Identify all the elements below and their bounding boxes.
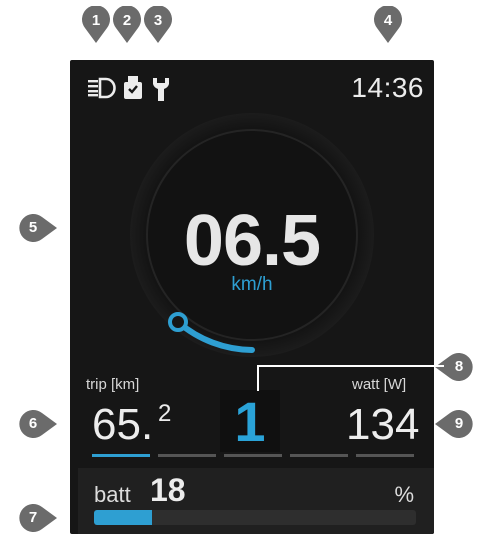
callout-number: 7 bbox=[28, 509, 38, 526]
headlight-icon bbox=[88, 77, 116, 99]
callout-number: 6 bbox=[28, 415, 38, 432]
bike-display: 14:36 06.5 km/h trip [km] 65. 2 1 watt [… bbox=[70, 60, 434, 534]
trip-value: 65. bbox=[92, 400, 154, 449]
callout-8-leader-h bbox=[258, 365, 444, 367]
speed-value: 06.5 bbox=[183, 201, 321, 281]
trip-value-decimal: 2 bbox=[158, 400, 172, 427]
gauge-knob bbox=[168, 312, 188, 332]
assist-segment-2 bbox=[158, 454, 216, 457]
speed-unit: km/h bbox=[231, 274, 273, 295]
callout-8: 8 bbox=[435, 352, 474, 382]
assist-segment-4 bbox=[290, 454, 348, 457]
callout-3: 3 bbox=[143, 6, 173, 43]
power-label: watt [W] bbox=[352, 376, 407, 393]
callout-number: 8 bbox=[454, 358, 464, 375]
callout-number: 5 bbox=[28, 219, 38, 236]
callout-9: 9 bbox=[435, 409, 474, 439]
callout-5: 5 bbox=[18, 213, 57, 243]
assist-segment-3 bbox=[224, 454, 282, 457]
assist-level: 1 bbox=[234, 390, 266, 453]
callout-2: 2 bbox=[112, 6, 142, 43]
battery-value: 18 bbox=[150, 472, 186, 508]
callout-number: 9 bbox=[454, 415, 464, 432]
clock: 14:36 bbox=[351, 72, 424, 103]
battery-bar-fill bbox=[94, 510, 152, 525]
battery-unit: % bbox=[394, 482, 414, 507]
wrench-icon bbox=[153, 78, 169, 101]
callout-1: 1 bbox=[81, 6, 111, 43]
battery-bar bbox=[94, 510, 416, 525]
callout-7: 7 bbox=[18, 503, 57, 533]
trip-label: trip [km] bbox=[86, 376, 140, 393]
callout-number: 2 bbox=[122, 12, 132, 29]
battery-label: batt bbox=[94, 482, 131, 507]
callout-8-leader-v bbox=[257, 365, 259, 391]
callout-4: 4 bbox=[373, 6, 403, 43]
display-diagram: 1 2 3 4 5 6 7 8 9 14:36 06.5 km/h trip [… bbox=[0, 0, 483, 534]
assist-segment-5 bbox=[356, 454, 414, 457]
callout-number: 3 bbox=[153, 12, 163, 29]
status-bar: 14:36 bbox=[70, 60, 434, 114]
callout-6: 6 bbox=[18, 409, 57, 439]
callout-number: 4 bbox=[383, 12, 393, 29]
assist-segment-1 bbox=[92, 454, 150, 457]
callout-number: 1 bbox=[91, 12, 101, 29]
usb-icon bbox=[124, 76, 142, 99]
power-value: 134 bbox=[346, 400, 420, 449]
